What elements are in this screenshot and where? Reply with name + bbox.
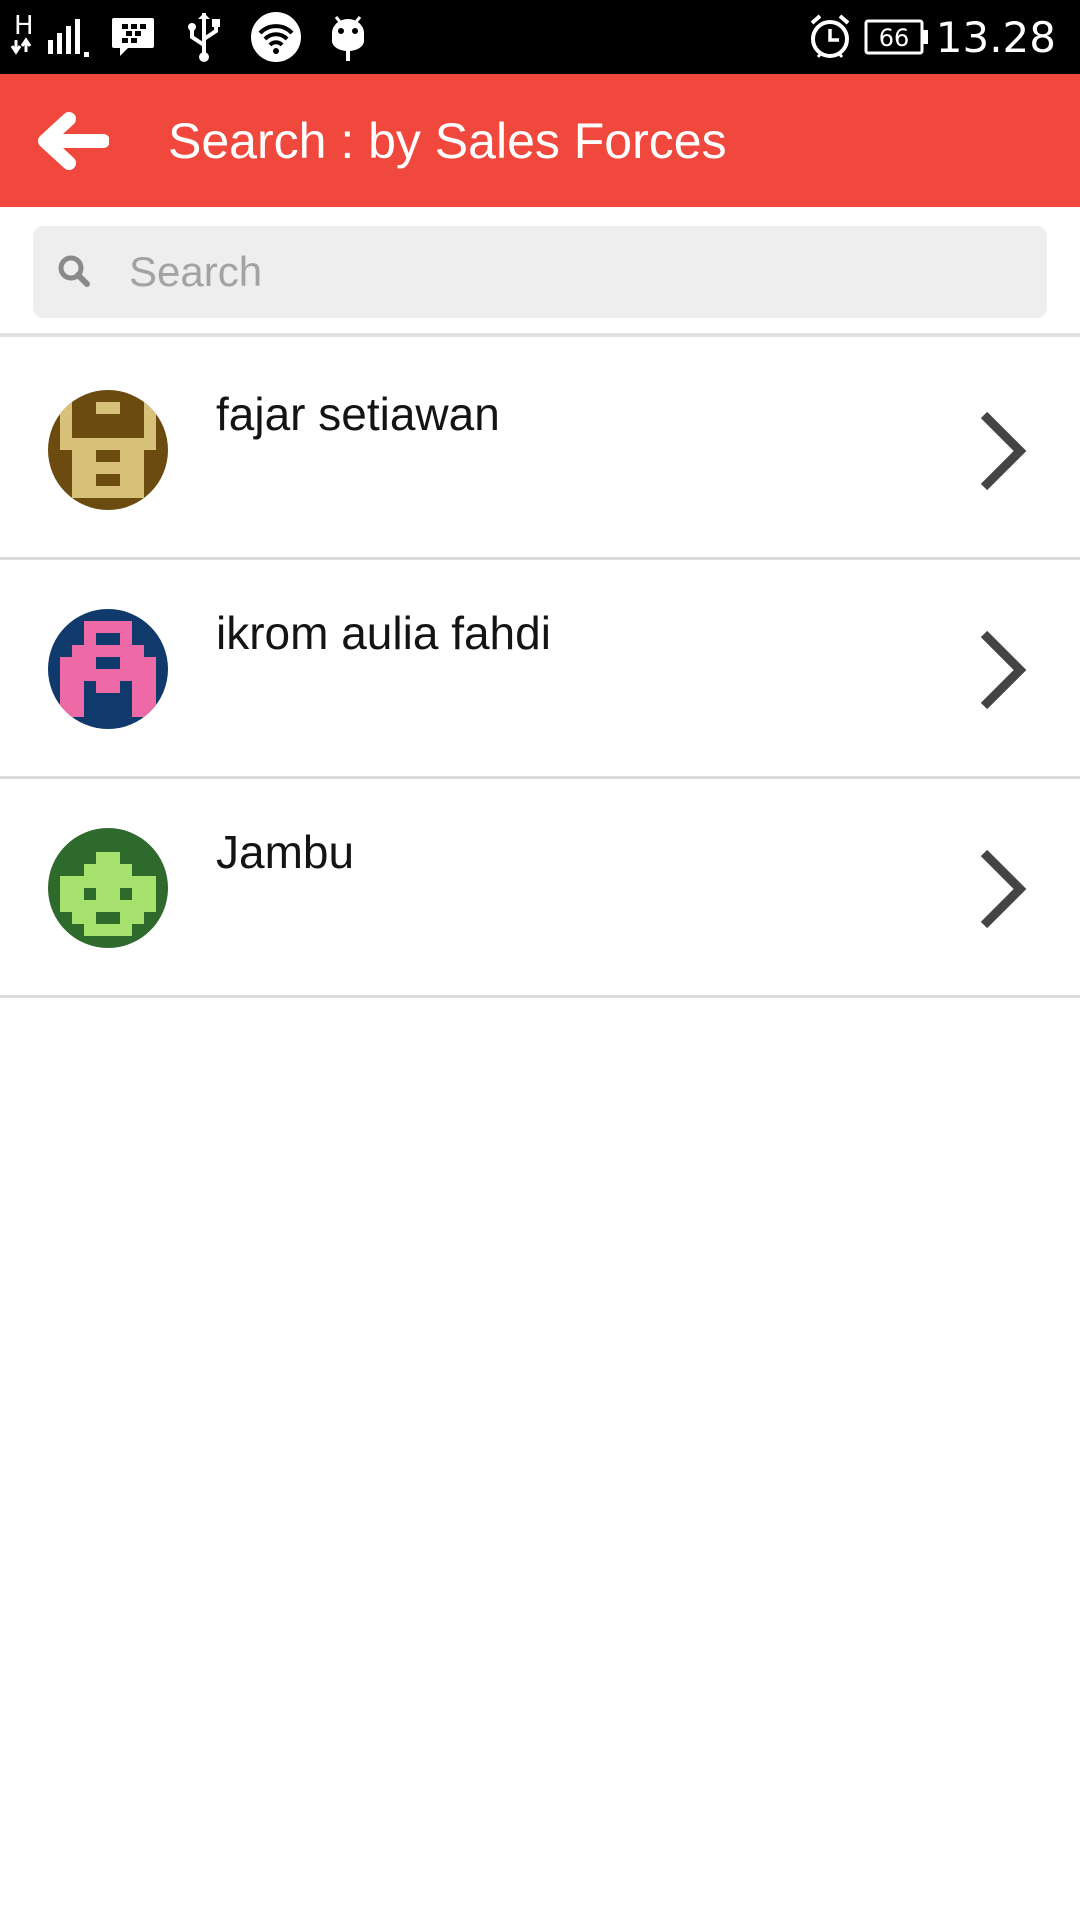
network-type-label: H [14,11,34,41]
search-input[interactable] [129,226,1029,318]
sales-force-list: fajar setiawan ikrom aulia fahdi Jambu [0,341,1080,998]
chevron-right-icon [980,630,1027,710]
chevron-right-icon [980,411,1027,491]
sales-force-name: Jambu [216,826,355,878]
battery-level: 66 [879,24,910,52]
page-title: Search : by Sales Forces [168,112,727,169]
status-time: 13.28 [935,12,1056,62]
list-item[interactable]: fajar setiawan [0,341,1080,560]
back-button[interactable] [18,74,128,207]
chevron-right-icon [980,849,1027,929]
avatar [48,390,168,510]
battery-icon: 66 [864,0,930,74]
back-arrow-icon [38,111,109,170]
search-icon [58,255,90,287]
status-bar: H 66 13.28 [0,0,1080,74]
wifi-icon [250,0,302,74]
android-debug-icon [328,0,368,74]
avatar [48,609,168,729]
usb-icon [184,0,224,74]
sales-force-name: ikrom aulia fahdi [216,607,551,659]
app-bar: Search : by Sales Forces [0,74,1080,207]
list-item[interactable]: Jambu [0,779,1080,998]
list-item[interactable]: ikrom aulia fahdi [0,560,1080,779]
bbm-icon [110,0,156,74]
search-bar [0,207,1080,337]
avatar [48,828,168,948]
search-box[interactable] [33,226,1047,318]
sales-force-name: fajar setiawan [216,388,500,440]
alarm-icon [808,0,852,74]
signal-icon: H [10,0,100,74]
